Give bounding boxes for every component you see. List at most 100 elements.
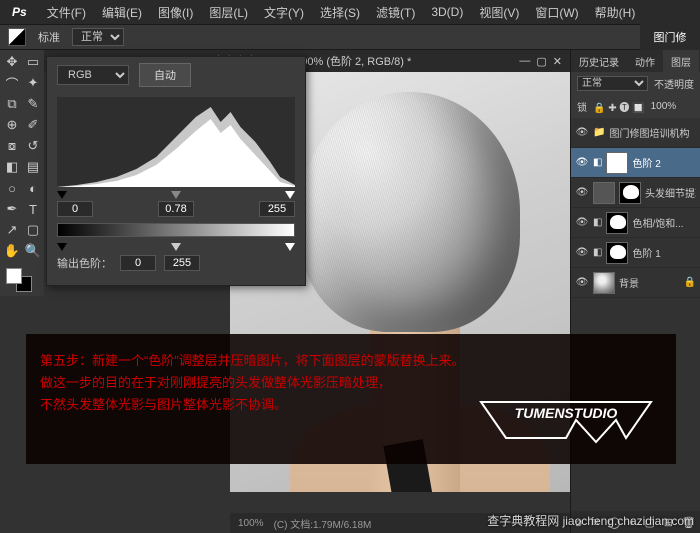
visibility-icon[interactable]: 👁	[575, 247, 589, 258]
menu-help[interactable]: 帮助(H)	[589, 2, 642, 23]
tool-preset-swatch[interactable]	[8, 28, 26, 46]
visibility-icon[interactable]: 👁	[575, 187, 589, 198]
blend-mode-select[interactable]: 正常	[72, 28, 124, 46]
layer-thumb[interactable]	[593, 272, 615, 294]
lock-icon: 🔒	[684, 277, 696, 288]
tutorial-line-1: 第五步：新建一个“色阶”调整层并压暗图片，将下面图层的蒙版替换上来。	[40, 350, 662, 372]
layer-thumb[interactable]	[593, 182, 615, 204]
tutorial-overlay: 第五步：新建一个“色阶”调整层并压暗图片，将下面图层的蒙版替换上来。 做这一步的…	[26, 334, 676, 464]
move-tool[interactable]: ✥	[2, 52, 22, 72]
blur-tool[interactable]: ○	[2, 178, 22, 198]
layer-group[interactable]: 👁 📁 图门修图培训机构	[571, 118, 700, 148]
zoom-value[interactable]: 100%	[238, 518, 264, 529]
adj-icon: ◧	[593, 247, 602, 258]
hand-tool[interactable]: ✋	[2, 241, 22, 261]
adj-icon: ◧	[593, 217, 602, 228]
brush-tool[interactable]: ✐	[23, 115, 43, 135]
output-gradient[interactable]	[57, 223, 295, 237]
mask-thumb[interactable]	[606, 212, 628, 234]
marquee-tool[interactable]: ▭	[23, 52, 43, 72]
app-logo: Ps	[6, 3, 33, 21]
layer-hue-sat[interactable]: 👁 ◧ 色相/饱和...	[571, 208, 700, 238]
output-white-field[interactable]	[164, 255, 200, 271]
mode-label: 标准	[38, 29, 60, 45]
layer-name: 色阶 1	[632, 245, 696, 260]
auto-button[interactable]: 自动	[139, 63, 191, 87]
healing-tool[interactable]: ⊕	[2, 115, 22, 135]
foreground-color[interactable]	[6, 268, 22, 284]
layer-hair-detail[interactable]: 👁 头发细节提取	[571, 178, 700, 208]
watermark: 查字典教程网 jiaocheng.chazidian.com	[487, 512, 694, 529]
menu-window[interactable]: 窗口(W)	[529, 2, 584, 23]
lock-icons[interactable]: 🔒 ✚ 🅣 🔲	[593, 99, 645, 114]
gradient-tool[interactable]: ▤	[23, 157, 43, 177]
levels-panel: RGB 自动 输出色阶：	[46, 56, 306, 286]
path-tool[interactable]: ↗	[2, 220, 22, 240]
menu-layer[interactable]: 图层(L)	[203, 2, 254, 23]
output-label: 输出色阶：	[57, 255, 112, 271]
input-sliders[interactable]	[57, 191, 295, 199]
right-tab-label[interactable]: 图门修	[640, 24, 700, 50]
shape-tool[interactable]: ▢	[23, 220, 43, 240]
menu-text[interactable]: 文字(Y)	[258, 2, 310, 23]
input-white-field[interactable]	[259, 201, 295, 217]
menu-view[interactable]: 视图(V)	[473, 2, 525, 23]
options-bar: 标准 正常	[0, 24, 700, 50]
dodge-tool[interactable]: ◐	[23, 178, 43, 198]
white-point-slider[interactable]	[285, 191, 295, 199]
lasso-tool[interactable]: ⌒	[2, 73, 22, 93]
studio-logo: TUMENSTUDIO	[476, 390, 656, 450]
tab-layers[interactable]: 图层	[663, 50, 699, 72]
output-sliders[interactable]	[57, 243, 295, 251]
crop-tool[interactable]: ⧉	[2, 94, 22, 114]
visibility-icon[interactable]: 👁	[575, 157, 589, 168]
menu-image[interactable]: 图像(I)	[152, 2, 199, 23]
menu-file[interactable]: 文件(F)	[41, 2, 92, 23]
mask-thumb[interactable]	[619, 182, 641, 204]
image-hair	[300, 92, 520, 332]
menu-edit[interactable]: 编辑(E)	[96, 2, 148, 23]
folder-icon: 📁	[593, 127, 605, 138]
channel-select[interactable]: RGB	[57, 65, 129, 85]
layer-blend-select[interactable]: 正常	[577, 76, 648, 91]
history-brush-tool[interactable]: ↺	[23, 136, 43, 156]
menu-3d[interactable]: 3D(D)	[425, 3, 469, 21]
tab-actions[interactable]: 动作	[627, 50, 663, 72]
input-mid-field[interactable]	[158, 201, 194, 217]
close-icon[interactable]: ✕	[553, 55, 562, 68]
tab-history[interactable]: 历史记录	[571, 50, 627, 72]
mask-thumb[interactable]	[606, 152, 628, 174]
mid-point-slider[interactable]	[171, 191, 181, 199]
layer-levels-2[interactable]: 👁 ◧ 色阶 2	[571, 148, 700, 178]
out-black-slider[interactable]	[57, 243, 67, 251]
visibility-icon[interactable]: 👁	[575, 217, 589, 228]
eyedropper-tool[interactable]: ✎	[23, 94, 43, 114]
visibility-icon[interactable]: 👁	[575, 277, 589, 288]
menu-select[interactable]: 选择(S)	[314, 2, 366, 23]
stamp-tool[interactable]: ⧇	[2, 136, 22, 156]
menu-bar: Ps 文件(F) 编辑(E) 图像(I) 图层(L) 文字(Y) 选择(S) 滤…	[0, 0, 700, 24]
menu-filter[interactable]: 滤镜(T)	[370, 2, 421, 23]
black-point-slider[interactable]	[57, 191, 67, 199]
visibility-icon[interactable]: 👁	[575, 127, 589, 138]
minimize-icon[interactable]: —	[519, 55, 530, 67]
output-black-field[interactable]	[120, 255, 156, 271]
color-swatches[interactable]	[2, 266, 43, 294]
eraser-tool[interactable]: ◧	[2, 157, 22, 177]
out-white-slider[interactable]	[285, 243, 295, 251]
type-tool[interactable]: T	[23, 199, 43, 219]
mask-thumb[interactable]	[606, 242, 628, 264]
layer-name: 色相/饱和...	[632, 215, 696, 230]
fill-value[interactable]: 100%	[651, 101, 677, 112]
layer-levels-1[interactable]: 👁 ◧ 色阶 1	[571, 238, 700, 268]
histogram	[57, 97, 295, 187]
maximize-icon[interactable]: ▢	[536, 55, 546, 68]
layer-name: 头发细节提取	[645, 185, 696, 200]
tools-panel: ✥ ▭ ⌒ ✦ ⧉ ✎ ⊕ ✐ ⧇ ↺ ◧ ▤ ○ ◐ ✒ T ↗ ▢ ✋ 🔍	[0, 50, 44, 296]
wand-tool[interactable]: ✦	[23, 73, 43, 93]
layer-background[interactable]: 👁 背景 🔒	[571, 268, 700, 298]
input-black-field[interactable]	[57, 201, 93, 217]
adj-icon: ◧	[593, 157, 602, 168]
zoom-tool[interactable]: 🔍	[23, 241, 43, 261]
pen-tool[interactable]: ✒	[2, 199, 22, 219]
